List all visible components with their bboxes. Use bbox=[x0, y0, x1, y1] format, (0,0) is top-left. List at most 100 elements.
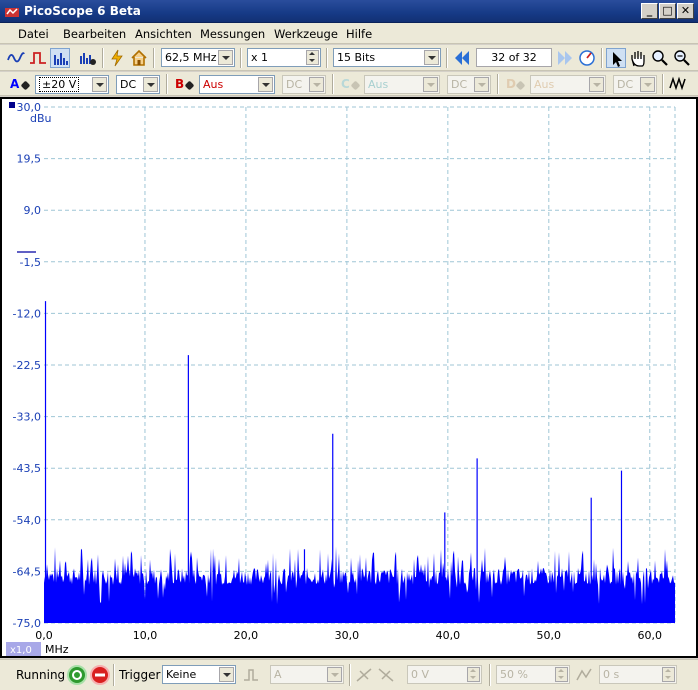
channel-b-range-select[interactable]: Aus bbox=[199, 75, 275, 94]
channel-a-coupling-select[interactable]: DC bbox=[116, 75, 160, 94]
x-tick-label: 50,0 bbox=[537, 629, 562, 642]
channel-b-coupling-select[interactable]: DC bbox=[282, 75, 326, 94]
x-axis-labels: 0,0 10,0 20,0 30,0 40,0 50,0 60,0 bbox=[35, 629, 662, 642]
auto-setup-icon[interactable] bbox=[107, 48, 127, 68]
channel-d-label: D bbox=[506, 77, 516, 91]
trigger-channel-select[interactable]: A bbox=[270, 665, 344, 684]
scope-mode-icon[interactable] bbox=[6, 48, 26, 68]
minimize-button[interactable]: _ bbox=[641, 3, 658, 19]
chevron-down-icon[interactable] bbox=[327, 667, 342, 682]
home-icon[interactable] bbox=[129, 48, 149, 68]
chevron-down-icon[interactable] bbox=[474, 77, 489, 92]
threshold-stepper[interactable]: 0 V bbox=[407, 665, 482, 684]
channel-d-coupling-select[interactable]: DC bbox=[613, 75, 657, 94]
probe-d-icon[interactable] bbox=[515, 80, 526, 91]
next-buffer-icon[interactable] bbox=[555, 48, 575, 68]
x-tick-label: 40,0 bbox=[436, 629, 461, 642]
channel-toolbar: A ±20 V DC B Aus DC C Aus DC D Aus DC bbox=[0, 72, 698, 96]
probe-b-icon[interactable] bbox=[184, 80, 195, 91]
menu-bar: Datei Bearbeiten Ansichten Messungen Wer… bbox=[0, 23, 698, 44]
channel-b-label: B bbox=[175, 77, 185, 91]
x-tick-label: 60,0 bbox=[638, 629, 663, 642]
sample-rate-value: 62,5 MHz bbox=[165, 51, 217, 64]
spin-arrows-icon[interactable] bbox=[306, 50, 319, 65]
threshold-value: 0 V bbox=[411, 668, 430, 681]
picoscope-app-icon bbox=[5, 8, 19, 17]
x-tick-label: 20,0 bbox=[234, 629, 259, 642]
y-unit-label: dBu bbox=[30, 112, 52, 125]
persistence-mode-icon[interactable] bbox=[28, 48, 48, 68]
chevron-down-icon[interactable] bbox=[219, 667, 234, 682]
chevron-down-icon[interactable] bbox=[589, 77, 604, 92]
chevron-down-icon[interactable] bbox=[424, 50, 439, 65]
select-tool-icon[interactable] bbox=[606, 48, 626, 68]
channel-a-coupling-value: DC bbox=[120, 78, 137, 91]
signal-generator-icon[interactable] bbox=[668, 74, 688, 94]
spectrum-mode-icon[interactable] bbox=[50, 48, 70, 68]
spin-arrows-icon[interactable] bbox=[555, 667, 568, 682]
rising-edge-icon[interactable] bbox=[354, 665, 374, 685]
multiplier-value: x 1 bbox=[251, 51, 269, 64]
trigger-mode-select[interactable]: Keine bbox=[162, 665, 236, 684]
chevron-down-icon[interactable] bbox=[92, 77, 107, 92]
menu-ansichten[interactable]: Ansichten bbox=[135, 27, 192, 41]
maximize-button[interactable]: □ bbox=[659, 3, 676, 19]
spectrum-chart[interactable]: 30,0 19,5 9,0 -1,5 -12,0 -22,5 -33,0 -43,5 -54,0… bbox=[2, 99, 696, 656]
chevron-down-icon[interactable] bbox=[309, 77, 324, 92]
chevron-down-icon[interactable] bbox=[640, 77, 655, 92]
channel-c-coupling-select[interactable]: DC bbox=[447, 75, 491, 94]
channel-b-range-value: Aus bbox=[203, 78, 224, 91]
channel-c-range-select[interactable]: Aus bbox=[364, 75, 440, 94]
x-tick-label: 0,0 bbox=[35, 629, 53, 642]
delay-stepper[interactable]: 0 s bbox=[599, 665, 677, 684]
close-button[interactable]: ✕ bbox=[677, 3, 694, 19]
y-tick-label: -1,5 bbox=[20, 256, 41, 269]
start-icon[interactable] bbox=[67, 665, 87, 685]
stop-icon[interactable] bbox=[90, 665, 110, 685]
x-unit-label: MHz bbox=[45, 643, 69, 656]
multiplier-stepper[interactable]: x 1 bbox=[247, 48, 321, 67]
falling-edge-icon[interactable] bbox=[376, 665, 396, 685]
menu-messungen[interactable]: Messungen bbox=[200, 27, 265, 41]
channel-a-range-select[interactable]: ±20 V bbox=[35, 75, 109, 94]
hand-tool-icon[interactable] bbox=[628, 48, 648, 68]
menu-datei[interactable]: Datei bbox=[18, 27, 49, 41]
spin-arrows-icon[interactable] bbox=[662, 667, 675, 682]
channel-b-coupling-value: DC bbox=[286, 78, 303, 91]
menu-hilfe[interactable]: Hilfe bbox=[346, 27, 372, 41]
chevron-down-icon[interactable] bbox=[423, 77, 438, 92]
post-trigger-delay-icon[interactable] bbox=[574, 665, 594, 685]
chevron-down-icon[interactable] bbox=[218, 50, 233, 65]
y-tick-label: 9,0 bbox=[24, 204, 42, 217]
zoom-badge-label: x1,0 bbox=[10, 645, 32, 656]
noise-floor-trace bbox=[44, 546, 675, 623]
chevron-down-icon[interactable] bbox=[258, 77, 273, 92]
buffer-position-field[interactable]: 32 of 32 bbox=[476, 48, 552, 67]
channel-c-coupling-value: DC bbox=[451, 78, 468, 91]
channel-a-label: A bbox=[10, 77, 20, 91]
zoom-in-icon[interactable] bbox=[650, 48, 670, 68]
menu-werkzeuge[interactable]: Werkzeuge bbox=[274, 27, 338, 41]
buffer-navigator-icon[interactable] bbox=[577, 48, 597, 68]
spectrum-view[interactable]: 30,0 19,5 9,0 -1,5 -12,0 -22,5 -33,0 -43,5 -54,0… bbox=[0, 97, 698, 658]
y-tick-label: -43,5 bbox=[13, 462, 41, 475]
resolution-select[interactable]: 15 Bits bbox=[333, 48, 441, 67]
trigger-channel-value: A bbox=[274, 668, 282, 681]
probe-a-icon[interactable] bbox=[20, 80, 31, 91]
resolution-value: 15 Bits bbox=[337, 51, 376, 64]
grid bbox=[44, 106, 676, 624]
channel-a-range-value: ±20 V bbox=[39, 77, 80, 92]
previous-buffer-icon[interactable] bbox=[452, 48, 472, 68]
probe-c-icon[interactable] bbox=[350, 80, 361, 91]
channel-d-range-select[interactable]: Aus bbox=[530, 75, 606, 94]
channel-c-range-value: Aus bbox=[368, 78, 389, 91]
zoom-out-icon[interactable] bbox=[672, 48, 692, 68]
menu-bearbeiten[interactable]: Bearbeiten bbox=[63, 27, 126, 41]
trigger-type-icon[interactable] bbox=[241, 665, 261, 685]
chevron-down-icon[interactable] bbox=[143, 77, 158, 92]
add-view-icon[interactable] bbox=[78, 48, 98, 68]
spin-arrows-icon[interactable] bbox=[467, 667, 480, 682]
pre-trigger-stepper[interactable]: 50 % bbox=[496, 665, 570, 684]
title-bar: PicoScope 6 Beta _ □ ✕ bbox=[0, 0, 698, 23]
sample-rate-select[interactable]: 62,5 MHz bbox=[161, 48, 235, 67]
